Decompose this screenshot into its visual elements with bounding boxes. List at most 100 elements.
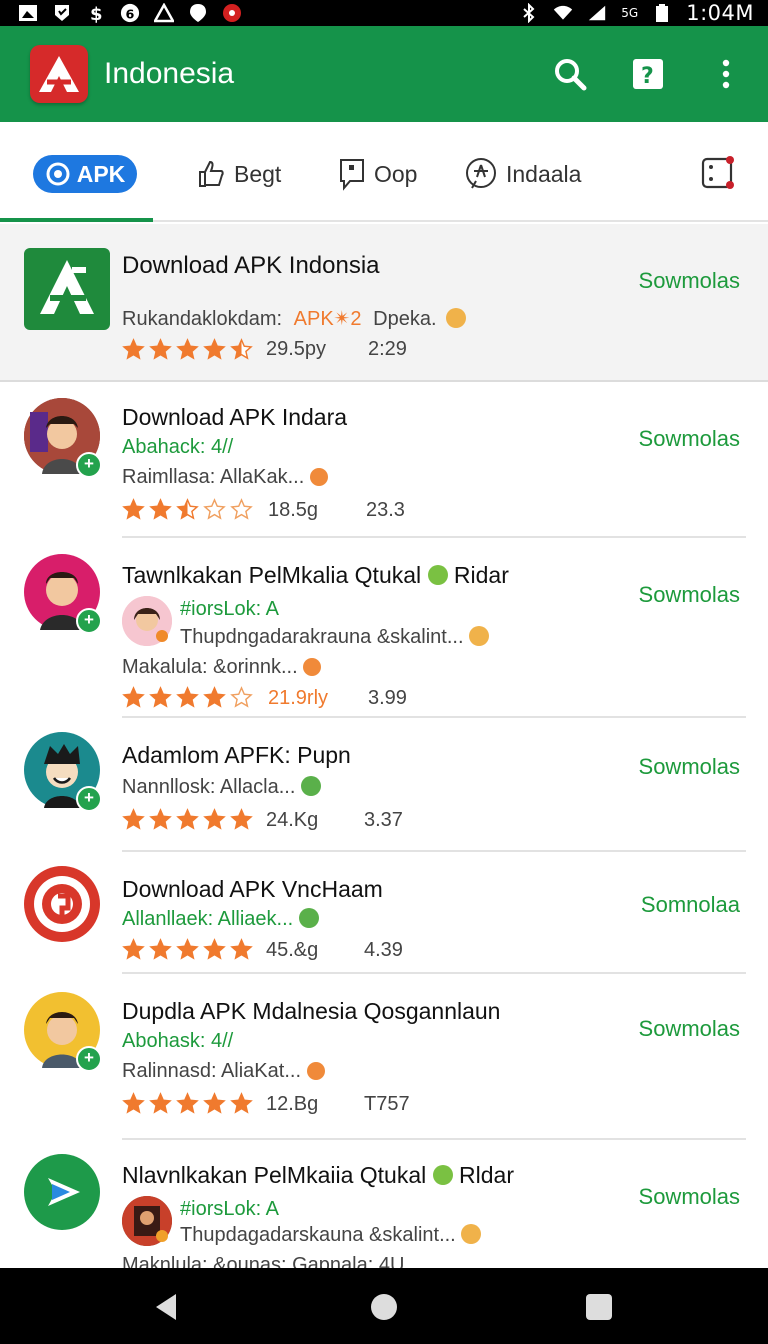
star-icon	[149, 938, 172, 960]
developer-avatar	[122, 596, 172, 646]
triangle-icon	[154, 3, 174, 23]
app-size: 12.Bg	[266, 1093, 319, 1115]
star-icon	[122, 338, 145, 360]
list-item[interactable]: + Download APK Indara Abahack: 4// Raiml…	[0, 382, 768, 538]
svg-text:6: 6	[125, 6, 134, 21]
hand-emoji-icon	[303, 658, 322, 676]
detail-text: Makalula: &orinnk...	[122, 656, 298, 678]
back-button[interactable]	[152, 1292, 180, 1327]
star-icon	[230, 686, 253, 708]
app-title: Download APK VncHaam	[122, 876, 383, 902]
star-icon	[176, 498, 199, 520]
app-version: 2:29	[368, 338, 407, 360]
status-bar: $ 6 5G 1:04M	[0, 0, 768, 26]
phone-icon	[340, 159, 364, 191]
divider	[122, 972, 746, 974]
desc-text: Raimllasa: AllaKak...	[122, 466, 305, 488]
download-button[interactable]: Sowmolas	[639, 754, 740, 780]
star-icon	[176, 1092, 199, 1114]
developer-avatar	[122, 1196, 172, 1246]
tab-begt[interactable]: Begt	[196, 152, 281, 196]
tab-oop[interactable]: Oop	[338, 152, 417, 196]
app-version: 3.37	[364, 809, 403, 831]
record-icon	[222, 3, 242, 23]
recents-button[interactable]	[585, 1293, 613, 1326]
app-version: 23.3	[366, 499, 405, 521]
location-icon	[188, 3, 208, 23]
app-version: 3.99	[368, 687, 407, 709]
download-button[interactable]: Sowmolas	[639, 426, 740, 452]
category-tabs: APK Begt Oop Indaala	[0, 128, 768, 222]
app-version: T757	[364, 1093, 410, 1115]
rating-stars	[122, 686, 253, 709]
star-icon	[176, 338, 199, 360]
download-button[interactable]: Sowmolas	[639, 1016, 740, 1042]
home-circle-icon	[371, 1294, 397, 1320]
network-type: 5G	[621, 6, 639, 20]
desc-tail: Dpeka.	[373, 308, 437, 330]
desc-text: Nannllosk: Allacla...	[122, 776, 296, 798]
apk-logo-icon	[40, 260, 94, 314]
dice-icon	[701, 156, 734, 189]
thumbs-up-icon	[199, 160, 224, 187]
app-size: 18.5g	[268, 499, 319, 521]
hand-emoji-icon	[309, 468, 328, 486]
list-item[interactable]: + Tawnlkakan PelMkalia Qtukal Ridar #ior…	[0, 540, 768, 718]
avatar-poster-icon	[122, 1196, 172, 1246]
star-icon	[230, 1092, 253, 1114]
app-size: 24.Kg	[266, 809, 319, 831]
app-title: Tawnlkakan PelMkalia Qtukal Ridar	[122, 562, 509, 589]
rating-stars	[122, 338, 253, 361]
add-icon: +	[76, 452, 102, 478]
star-icon	[230, 808, 253, 830]
rating-stars	[122, 938, 253, 961]
app-logo[interactable]	[30, 45, 88, 103]
search-icon	[555, 59, 587, 91]
star-icon	[176, 686, 199, 708]
list-item[interactable]: Download APK VncHaam Allanllaek: Alliaek…	[0, 854, 768, 974]
app-title: Indonesia	[104, 57, 235, 90]
star-icon	[230, 338, 253, 360]
app-size: 45.&g	[266, 939, 319, 961]
star-icon	[176, 938, 199, 960]
help-square-icon: ?	[633, 59, 663, 89]
star-icon	[176, 808, 199, 830]
star-icon	[203, 1092, 226, 1114]
app-description: Rukandaklokdam: APK✴2 Dpeka.	[122, 306, 467, 331]
status-system: 5G 1:04M	[519, 1, 754, 25]
list-item[interactable]: + Dupdla APK Mdalnesia Qosgannlaun Aboha…	[0, 976, 768, 1140]
rating-stars	[122, 1092, 253, 1115]
title-tail: Ridar	[453, 562, 509, 588]
check-emoji-icon	[298, 908, 319, 928]
app-title: Adamlom APFK: Pupn	[122, 742, 351, 768]
download-button[interactable]: Sowmolas	[639, 1184, 740, 1210]
download-button[interactable]: Somnolaa	[641, 892, 740, 918]
list-item[interactable]: Nlavnlkakan PelMkaiia Qtukal Rldar #iors…	[0, 1142, 768, 1268]
signal-icon	[587, 3, 607, 23]
logo-a-icon	[39, 56, 79, 92]
svg-text:$: $	[90, 4, 103, 23]
download-button[interactable]: Sowmolas	[639, 268, 740, 294]
smile-emoji-icon	[461, 1224, 482, 1244]
star-icon	[149, 808, 172, 830]
question-button[interactable]: ?	[630, 56, 666, 92]
tab-dice[interactable]	[700, 152, 736, 196]
app-description: Thupdagadarskauna &skalint...	[180, 1224, 482, 1247]
desc-text: Thupdngadarakrauna &skalint...	[180, 626, 464, 648]
list-item[interactable]: Download APK Indonsia Rukandaklokdam: AP…	[0, 224, 768, 382]
list-item[interactable]: + Adamlom APFK: Pupn Nannllosk: Allacla.…	[0, 720, 768, 852]
divider	[122, 850, 746, 852]
desc-text: Ralinnasd: AliaKat...	[122, 1060, 301, 1082]
tab-apk[interactable]: APK	[33, 155, 137, 193]
app-tagline: #iorsLok: A	[180, 598, 279, 620]
clock: 1:04M	[686, 1, 754, 25]
tab-indaala[interactable]: Indaala	[464, 152, 581, 196]
download-button[interactable]: Sowmolas	[639, 582, 740, 608]
more-menu-button[interactable]	[708, 56, 744, 92]
add-icon: +	[76, 1046, 102, 1072]
search-button[interactable]	[552, 56, 588, 92]
app-tagline: Abahack: 4//	[122, 436, 234, 458]
circle-6-icon: 6	[120, 3, 140, 23]
app-description: Thupdngadarakrauna &skalint...	[180, 626, 490, 649]
home-button[interactable]	[369, 1292, 399, 1327]
